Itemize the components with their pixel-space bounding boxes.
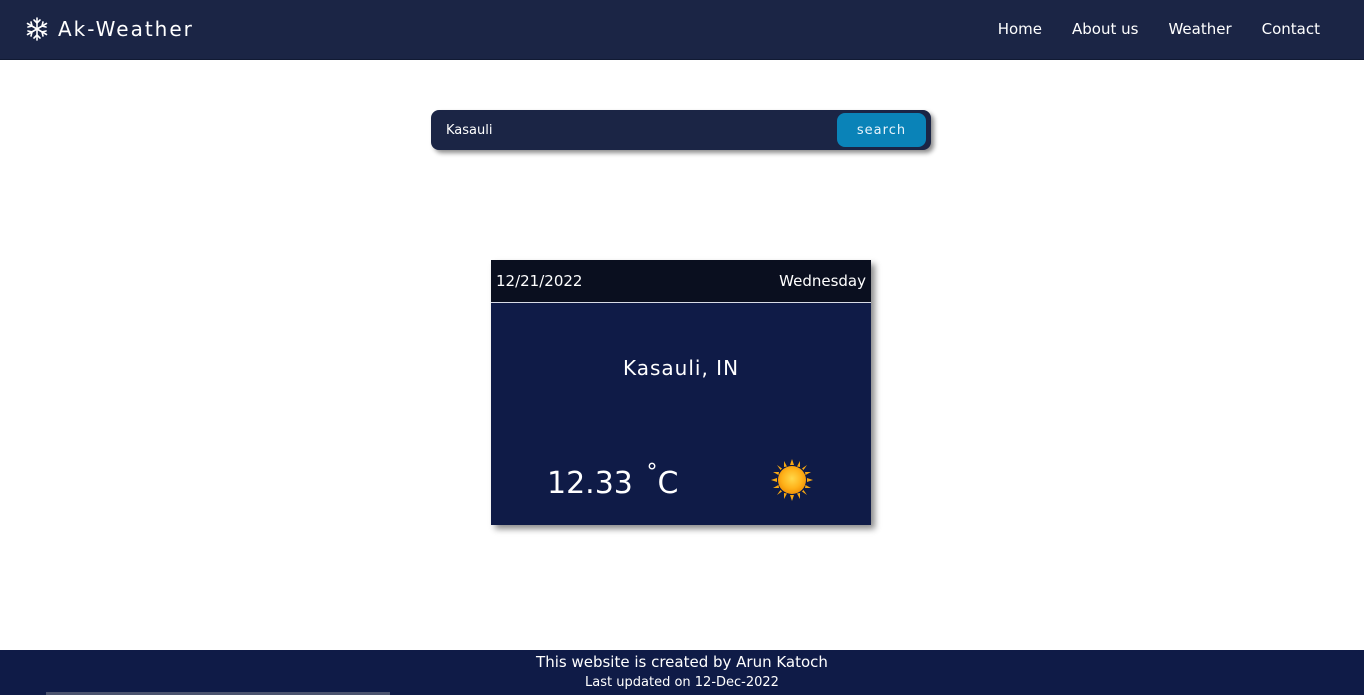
footer-credit: This website is created by Arun Katoch [536, 653, 828, 671]
degree-symbol: ° [646, 460, 658, 485]
temperature-display: 12.33 °C [547, 460, 678, 501]
card-location: Kasauli, IN [622, 356, 740, 380]
footer: This website is created by Arun Katoch L… [0, 650, 1364, 695]
nav-link-about-us[interactable]: About us [1072, 19, 1138, 39]
nav-links: Home About us Weather Contact [968, 19, 1320, 39]
card-day: Wednesday [779, 272, 866, 290]
brand[interactable]: Ak-Weather [24, 14, 194, 44]
search-button[interactable]: search [837, 113, 926, 147]
snowflake-icon [26, 17, 48, 41]
temperature-value: 12.33 [547, 466, 633, 501]
sun-icon [771, 459, 813, 501]
brand-name: Ak-Weather [58, 17, 194, 41]
nav-link-contact[interactable]: Contact [1262, 19, 1320, 39]
search-input[interactable] [439, 115, 829, 145]
weather-card: 12/21/2022 Wednesday Kasauli, IN 12.33 °… [491, 260, 871, 525]
footer-last-updated: Last updated on 12-Dec-2022 [585, 675, 779, 690]
navbar: Ak-Weather Home About us Weather Contact [0, 0, 1364, 60]
card-header: 12/21/2022 Wednesday [491, 260, 871, 303]
search-bar: search [431, 110, 931, 150]
nav-link-home[interactable]: Home [998, 19, 1042, 39]
nav-link-weather[interactable]: Weather [1168, 19, 1231, 39]
card-date: 12/21/2022 [496, 272, 583, 290]
temperature-unit: C [657, 466, 679, 501]
